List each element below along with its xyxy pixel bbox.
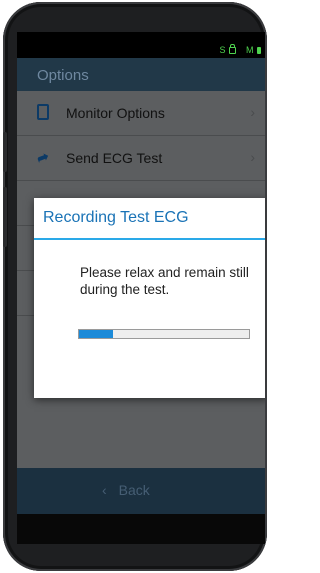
menu-item-send-ecg-test[interactable]: ➦ Send ECG Test ›	[17, 136, 265, 181]
chevron-right-icon: ›	[250, 104, 255, 120]
app-header: Options	[17, 58, 265, 91]
chevron-right-icon: ›	[250, 149, 255, 165]
dialog-divider	[34, 238, 265, 240]
status-indicators: S M	[219, 43, 261, 55]
bottom-bar: ‹ Back	[17, 468, 265, 514]
status-bar: S M	[17, 32, 265, 58]
phone-icon	[37, 104, 49, 123]
dialog-message: Please relax and remain still during the…	[80, 265, 249, 297]
back-label: Back	[118, 482, 150, 498]
recording-dialog: Recording Test ECG Please relax and rema…	[34, 198, 265, 398]
phone-screen: S M Options Monitor Options › ➦ Send ECG…	[17, 32, 265, 544]
progress-bar	[78, 329, 250, 339]
battery-icon	[257, 46, 261, 54]
system-nav-bar	[17, 514, 265, 544]
menu-item-label: Monitor Options	[66, 105, 165, 121]
phone-frame: S M Options Monitor Options › ➦ Send ECG…	[3, 2, 267, 571]
status-s-indicator: S	[219, 45, 226, 55]
chevron-left-icon: ‹	[102, 482, 107, 498]
lock-icon	[229, 43, 236, 54]
progress-fill	[79, 330, 113, 338]
dialog-title: Recording Test ECG	[43, 209, 189, 226]
power-button	[3, 187, 7, 247]
menu-item-label: Send ECG Test	[66, 150, 163, 166]
share-icon: ➦	[34, 147, 51, 167]
back-button[interactable]: ‹ Back	[102, 482, 150, 498]
menu-item-monitor-options[interactable]: Monitor Options ›	[17, 91, 265, 136]
page-title: Options	[37, 67, 89, 84]
volume-button	[3, 132, 7, 172]
status-m-indicator: M	[246, 45, 254, 55]
